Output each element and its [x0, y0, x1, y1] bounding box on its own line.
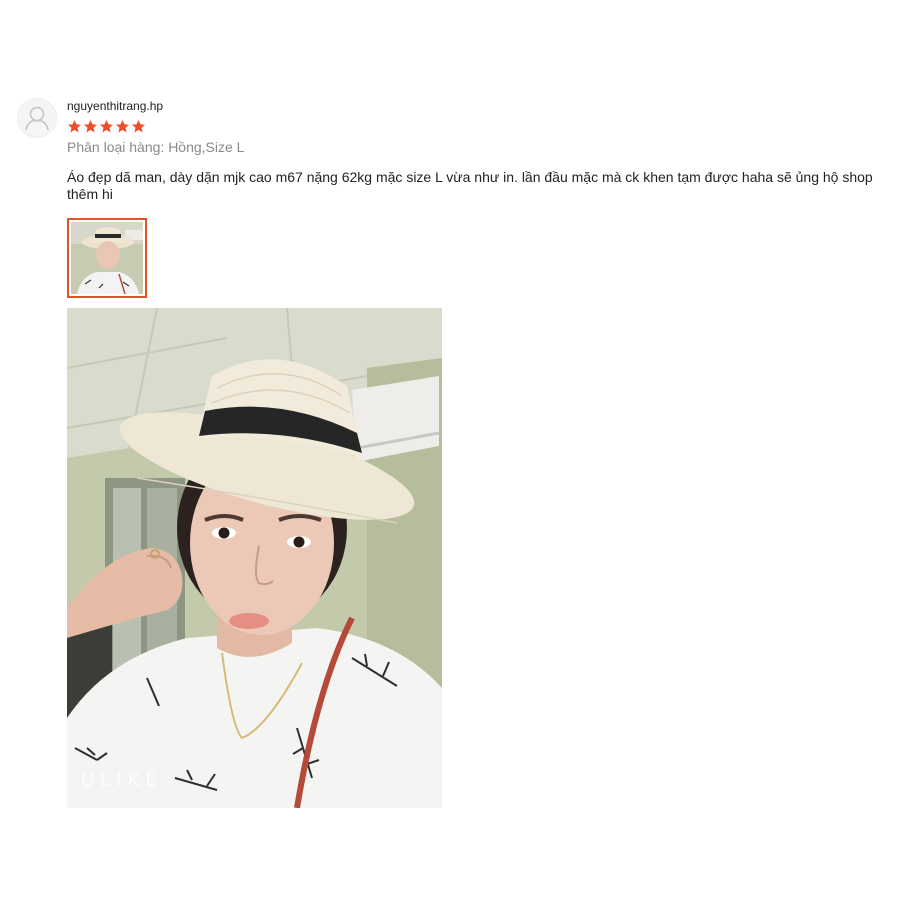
user-avatar-icon[interactable]	[17, 98, 57, 138]
star-icon	[115, 120, 130, 133]
star-icon	[131, 120, 146, 133]
review-photo[interactable]: ULIKE	[67, 308, 442, 808]
reviewer-username[interactable]: nguyenthitrang.hp	[67, 99, 163, 113]
product-variation: Phân loại hàng: Hồng,Size L	[67, 139, 245, 155]
review-photo-thumbnail[interactable]	[67, 218, 147, 298]
star-icon	[99, 120, 114, 133]
star-icon	[83, 120, 98, 133]
star-icon	[67, 120, 82, 133]
review-comment: Áo đẹp dã man, dày dặn mjk cao m67 nặng …	[67, 169, 873, 202]
selfie-photo-image	[67, 308, 442, 808]
photo-watermark: ULIKE	[81, 770, 163, 791]
star-rating	[67, 119, 146, 137]
product-review: nguyenthitrang.hp Phân loại hàng: Hồng,S…	[0, 0, 902, 902]
selfie-thumbnail-image	[71, 222, 143, 294]
